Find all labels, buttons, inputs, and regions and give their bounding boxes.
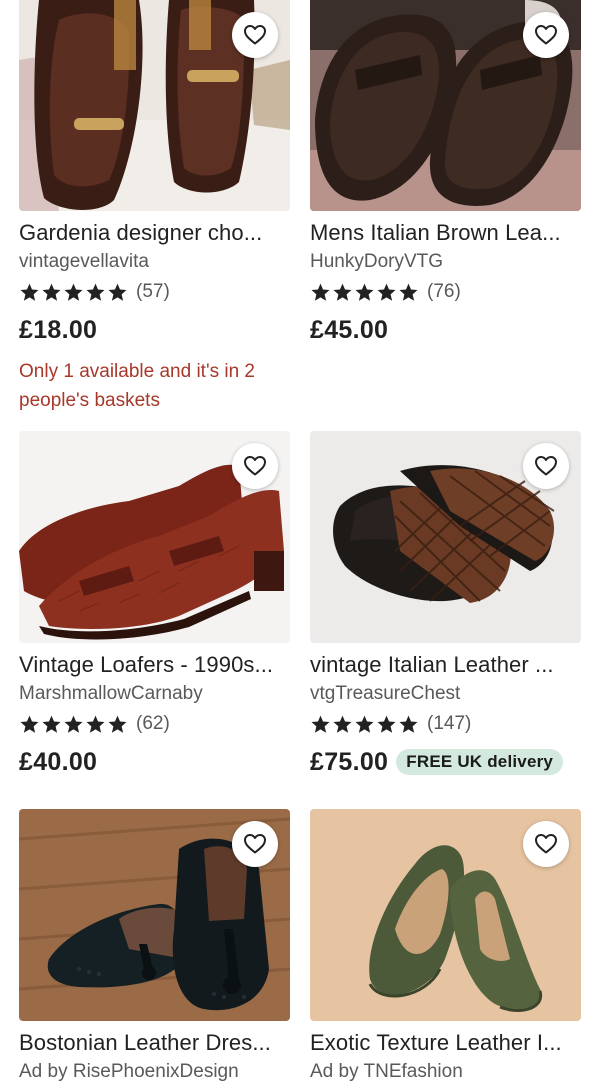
listing-card[interactable]: Mens Italian Brown Lea... HunkyDoryVTG (… (310, 0, 581, 345)
listing-card[interactable]: Bostonian Leather Dres... Ad by RisePhoe… (19, 809, 290, 1083)
shop-name: MarshmallowCarnaby (19, 683, 203, 704)
listing-title[interactable]: Vintage Loafers - 1990s... (19, 652, 290, 678)
listing-card[interactable]: Gardenia designer cho... vintagevellavit… (19, 0, 290, 415)
ad-label: Ad by TNEfashion (310, 1061, 463, 1082)
listing-image[interactable] (19, 431, 290, 643)
star-icon (310, 714, 331, 735)
star-rating (19, 282, 128, 303)
star-icon (19, 282, 40, 303)
listing-image[interactable] (310, 809, 581, 1021)
rating: (62) (19, 712, 290, 736)
star-icon (107, 714, 128, 735)
star-icon (107, 282, 128, 303)
star-icon (332, 282, 353, 303)
star-rating (310, 282, 419, 303)
ad-label: Ad by RisePhoenixDesign (19, 1061, 239, 1082)
listing-title[interactable]: Mens Italian Brown Lea... (310, 220, 581, 246)
star-icon (41, 282, 62, 303)
heart-icon (243, 454, 267, 478)
star-rating (310, 714, 419, 735)
star-icon (376, 714, 397, 735)
free-delivery-badge: FREE UK delivery (396, 749, 564, 775)
heart-icon (534, 454, 558, 478)
listing-title[interactable]: vintage Italian Leather ... (310, 652, 581, 678)
heart-icon (534, 832, 558, 856)
star-icon (332, 714, 353, 735)
shop-name: HunkyDoryVTG (310, 251, 444, 272)
listing-card[interactable]: Vintage Loafers - 1990s... MarshmallowCa… (19, 431, 290, 777)
shop-name: vtgTreasureChest (310, 683, 461, 704)
heart-icon (243, 23, 267, 47)
listing-title[interactable]: Gardenia designer cho... (19, 220, 290, 246)
review-count: (76) (427, 281, 461, 302)
star-icon (85, 282, 106, 303)
heart-icon (243, 832, 267, 856)
favorite-button[interactable] (232, 821, 278, 867)
favorite-button[interactable] (232, 12, 278, 58)
favorite-button[interactable] (232, 443, 278, 489)
scarcity-message: Only 1 available and it's in 2 people's … (19, 361, 255, 411)
listing-image[interactable] (310, 431, 581, 643)
listing-image[interactable] (19, 0, 290, 211)
favorite-button[interactable] (523, 821, 569, 867)
listing-card[interactable]: vintage Italian Leather ... vtgTreasureC… (310, 431, 581, 777)
star-icon (376, 282, 397, 303)
review-count: (62) (136, 713, 170, 734)
rating: (76) (310, 280, 581, 304)
star-icon (85, 714, 106, 735)
price: £18.00 (19, 315, 98, 344)
star-icon (398, 714, 419, 735)
star-icon (354, 714, 375, 735)
review-count: (147) (427, 713, 472, 734)
listing-image[interactable] (310, 0, 581, 211)
price: £45.00 (310, 315, 389, 344)
rating: (147) (310, 712, 581, 736)
star-icon (19, 714, 40, 735)
star-icon (354, 282, 375, 303)
shop-name: vintagevellavita (19, 251, 149, 272)
star-icon (41, 714, 62, 735)
price: £75.00 (310, 747, 389, 776)
star-icon (398, 282, 419, 303)
listing-card[interactable]: Exotic Texture Leather I... Ad by TNEfas… (310, 809, 581, 1083)
listing-title[interactable]: Bostonian Leather Dres... (19, 1030, 290, 1056)
favorite-button[interactable] (523, 12, 569, 58)
favorite-button[interactable] (523, 443, 569, 489)
listing-image[interactable] (19, 809, 290, 1021)
listing-title[interactable]: Exotic Texture Leather I... (310, 1030, 581, 1056)
heart-icon (534, 23, 558, 47)
star-icon (310, 282, 331, 303)
star-rating (19, 714, 128, 735)
rating: (57) (19, 280, 290, 304)
review-count: (57) (136, 281, 170, 302)
star-icon (63, 714, 84, 735)
star-icon (63, 282, 84, 303)
price: £40.00 (19, 747, 98, 776)
